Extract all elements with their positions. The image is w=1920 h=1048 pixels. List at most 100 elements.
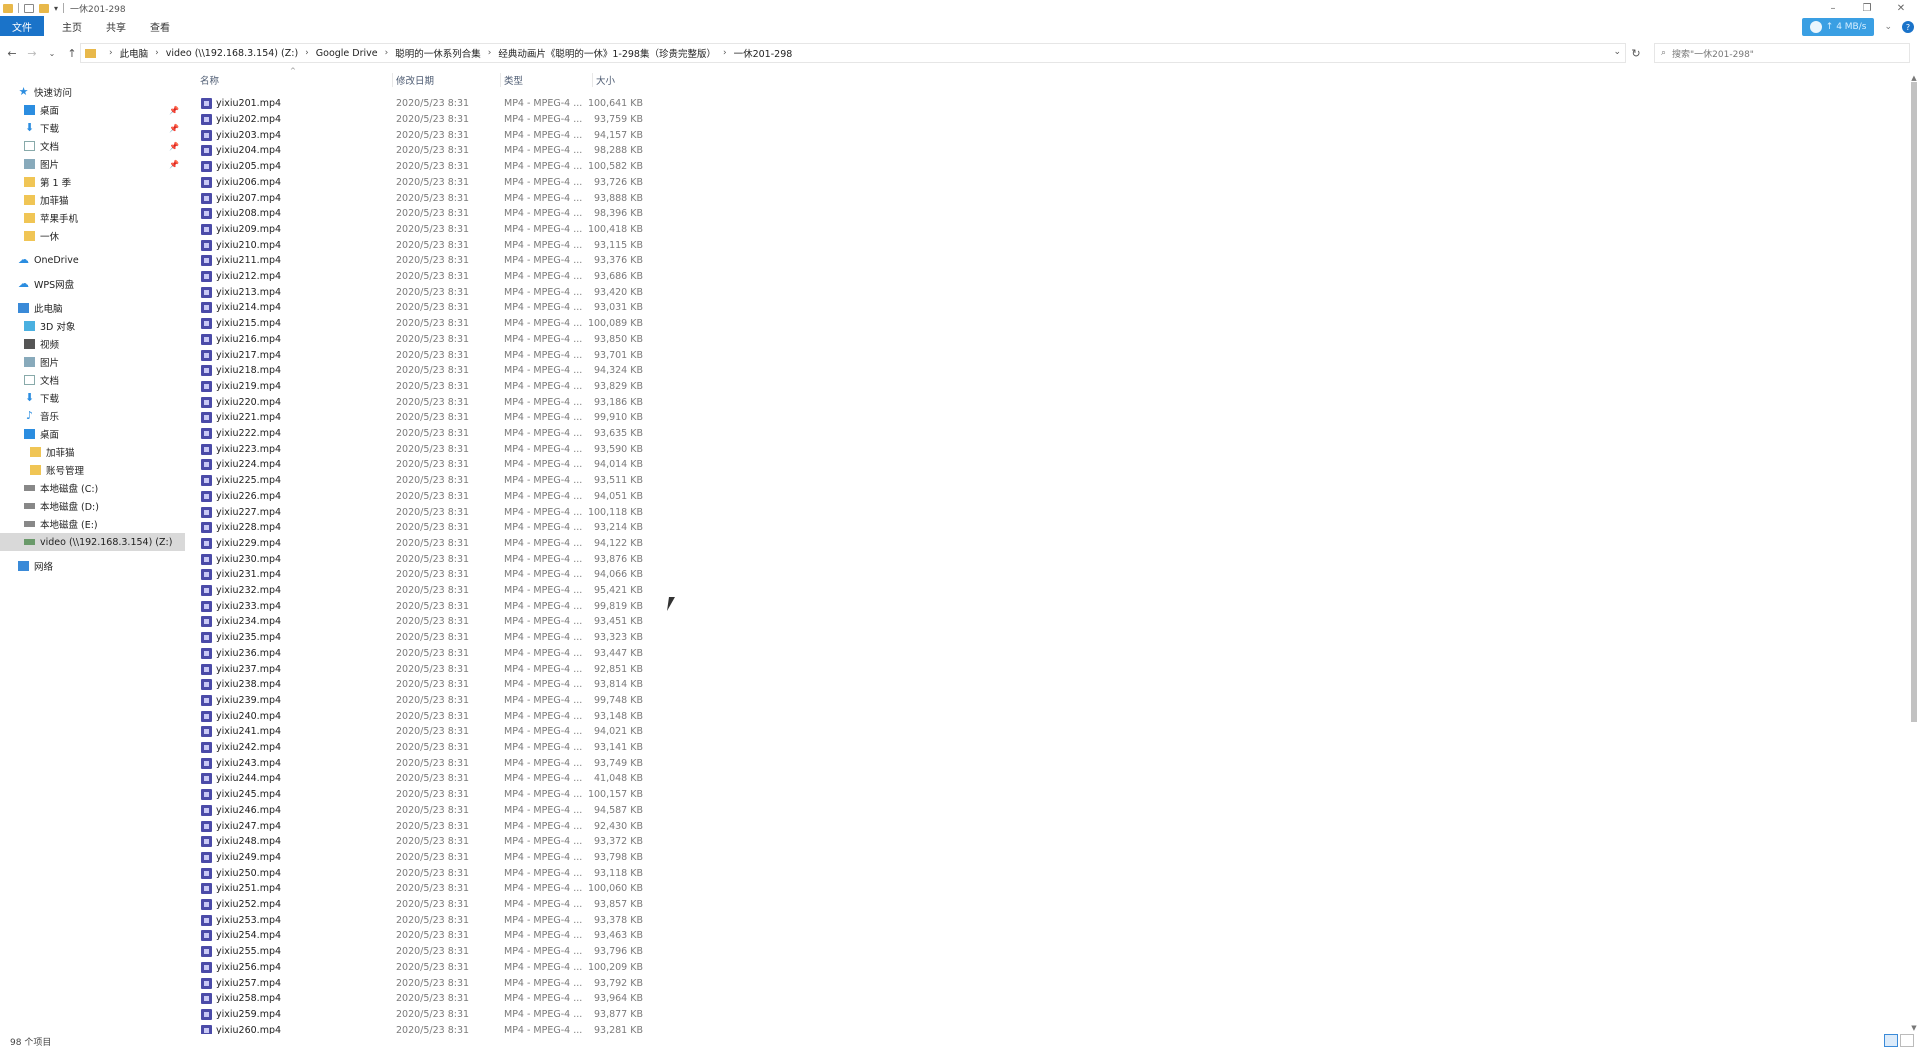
file-row[interactable]: yixiu250.mp4 2020/5/23 8:31 MP4 - MPEG-4 .…: [198, 865, 658, 881]
nav-item-videos[interactable]: 视频: [0, 335, 185, 353]
breadcrumb-video-drive[interactable]: video (\\192.168.3.154) (Z:): [166, 48, 298, 59]
file-row[interactable]: yixiu257.mp4 2020/5/23 8:31 MP4 - MPEG-4 .…: [198, 975, 658, 991]
file-row[interactable]: yixiu244.mp4 2020/5/23 8:31 MP4 - MPEG-4 .…: [198, 771, 658, 787]
nav-onedrive[interactable]: ☁ OneDrive: [0, 251, 185, 269]
forward-button[interactable]: →: [24, 43, 40, 63]
file-row[interactable]: yixiu201.mp4 2020/5/23 8:31 MP4 - MPEG-4 .…: [198, 96, 658, 112]
file-row[interactable]: yixiu245.mp4 2020/5/23 8:31 MP4 - MPEG-4 .…: [198, 787, 658, 803]
file-row[interactable]: yixiu202.mp4 2020/5/23 8:31 MP4 - MPEG-4 .…: [198, 112, 658, 128]
file-row[interactable]: yixiu205.mp4 2020/5/23 8:31 MP4 - MPEG-4 .…: [198, 159, 658, 175]
file-row[interactable]: yixiu239.mp4 2020/5/23 8:31 MP4 - MPEG-4 .…: [198, 693, 658, 709]
nav-item-season-1[interactable]: 第 1 季: [0, 173, 185, 191]
file-row[interactable]: yixiu215.mp4 2020/5/23 8:31 MP4 - MPEG-4 .…: [198, 316, 658, 332]
file-row[interactable]: yixiu212.mp4 2020/5/23 8:31 MP4 - MPEG-4 .…: [198, 269, 658, 285]
nav-item-video-network-drive[interactable]: video (\\192.168.3.154) (Z:): [0, 533, 185, 551]
scroll-down-arrow[interactable]: ▼: [1908, 1022, 1920, 1034]
column-divider[interactable]: [392, 73, 393, 87]
file-row[interactable]: yixiu255.mp4 2020/5/23 8:31 MP4 - MPEG-4 .…: [198, 944, 658, 960]
file-row[interactable]: yixiu217.mp4 2020/5/23 8:31 MP4 - MPEG-4 .…: [198, 347, 658, 363]
file-row[interactable]: yixiu216.mp4 2020/5/23 8:31 MP4 - MPEG-4 .…: [198, 332, 658, 348]
up-button[interactable]: ↑: [64, 43, 80, 63]
maximize-button[interactable]: ❐: [1852, 0, 1882, 16]
close-button[interactable]: ✕: [1886, 0, 1916, 16]
file-row[interactable]: yixiu260.mp4 2020/5/23 8:31 MP4 - MPEG-4 .…: [198, 1022, 658, 1034]
file-row[interactable]: yixiu249.mp4 2020/5/23 8:31 MP4 - MPEG-4 .…: [198, 850, 658, 866]
file-row[interactable]: yixiu241.mp4 2020/5/23 8:31 MP4 - MPEG-4 .…: [198, 724, 658, 740]
file-row[interactable]: yixiu221.mp4 2020/5/23 8:31 MP4 - MPEG-4 .…: [198, 410, 658, 426]
file-row[interactable]: yixiu223.mp4 2020/5/23 8:31 MP4 - MPEG-4 .…: [198, 441, 658, 457]
help-icon[interactable]: ?: [1902, 21, 1914, 33]
scrollbar-thumb[interactable]: [1911, 82, 1917, 722]
file-row[interactable]: yixiu232.mp4 2020/5/23 8:31 MP4 - MPEG-4 .…: [198, 583, 658, 599]
file-row[interactable]: yixiu259.mp4 2020/5/23 8:31 MP4 - MPEG-4 .…: [198, 1007, 658, 1023]
file-row[interactable]: yixiu226.mp4 2020/5/23 8:31 MP4 - MPEG-4 .…: [198, 489, 658, 505]
nav-item-drive-d[interactable]: 本地磁盘 (D:): [0, 497, 185, 515]
properties-icon[interactable]: [24, 3, 34, 13]
breadcrumb-separator[interactable]: ›: [488, 48, 492, 58]
file-row[interactable]: yixiu246.mp4 2020/5/23 8:31 MP4 - MPEG-4 .…: [198, 803, 658, 819]
refresh-button[interactable]: ↻: [1626, 43, 1646, 63]
file-row[interactable]: yixiu211.mp4 2020/5/23 8:31 MP4 - MPEG-4 .…: [198, 253, 658, 269]
nav-item-pc-downloads[interactable]: ⬇ 下载: [0, 389, 185, 407]
column-divider[interactable]: [592, 73, 593, 87]
file-row[interactable]: yixiu237.mp4 2020/5/23 8:31 MP4 - MPEG-4 .…: [198, 661, 658, 677]
tab-view[interactable]: 查看: [138, 16, 182, 36]
breadcrumb-collection[interactable]: 经典动画片《聪明的一休》1-298集（珍贵完整版）: [498, 46, 716, 60]
new-folder-icon[interactable]: [39, 3, 49, 13]
file-row[interactable]: yixiu238.mp4 2020/5/23 8:31 MP4 - MPEG-4 .…: [198, 677, 658, 693]
file-row[interactable]: yixiu242.mp4 2020/5/23 8:31 MP4 - MPEG-4 .…: [198, 740, 658, 756]
file-row[interactable]: yixiu209.mp4 2020/5/23 8:31 MP4 - MPEG-4 .…: [198, 222, 658, 238]
file-row[interactable]: yixiu233.mp4 2020/5/23 8:31 MP4 - MPEG-4 .…: [198, 598, 658, 614]
file-row[interactable]: yixiu240.mp4 2020/5/23 8:31 MP4 - MPEG-4 .…: [198, 708, 658, 724]
file-row[interactable]: yixiu252.mp4 2020/5/23 8:31 MP4 - MPEG-4 .…: [198, 897, 658, 913]
nav-item-music[interactable]: ♪ 音乐: [0, 407, 185, 425]
file-row[interactable]: yixiu231.mp4 2020/5/23 8:31 MP4 - MPEG-4 .…: [198, 567, 658, 583]
file-row[interactable]: yixiu210.mp4 2020/5/23 8:31 MP4 - MPEG-4 .…: [198, 237, 658, 253]
nav-item-pc-documents[interactable]: 文档: [0, 371, 185, 389]
file-row[interactable]: yixiu219.mp4 2020/5/23 8:31 MP4 - MPEG-4 .…: [198, 379, 658, 395]
nav-item-iphone[interactable]: 苹果手机: [0, 209, 185, 227]
address-bar[interactable]: › 此电脑 › video (\\192.168.3.154) (Z:) › G…: [80, 43, 1626, 63]
tab-file[interactable]: 文件: [0, 16, 44, 36]
file-row[interactable]: yixiu206.mp4 2020/5/23 8:31 MP4 - MPEG-4 .…: [198, 175, 658, 191]
nav-item-pictures[interactable]: 图片 📌: [0, 155, 185, 173]
file-row[interactable]: yixiu235.mp4 2020/5/23 8:31 MP4 - MPEG-4 .…: [198, 630, 658, 646]
vertical-scrollbar[interactable]: ▲ ▼: [1908, 72, 1920, 1034]
file-row[interactable]: yixiu204.mp4 2020/5/23 8:31 MP4 - MPEG-4 .…: [198, 143, 658, 159]
nav-wps-drive[interactable]: ☁ WPS网盘: [0, 275, 185, 293]
nav-quick-access[interactable]: ★ 快速访问: [0, 83, 185, 101]
search-input[interactable]: ⌕ 搜索"一休201-298": [1654, 43, 1910, 63]
breadcrumb-separator[interactable]: ›: [155, 48, 159, 58]
nav-item-pc-desktop[interactable]: 桌面: [0, 425, 185, 443]
address-dropdown-icon[interactable]: ⌄: [1613, 47, 1621, 57]
file-row[interactable]: yixiu207.mp4 2020/5/23 8:31 MP4 - MPEG-4 .…: [198, 190, 658, 206]
nav-item-3d-objects[interactable]: 3D 对象: [0, 317, 185, 335]
file-row[interactable]: yixiu224.mp4 2020/5/23 8:31 MP4 - MPEG-4 .…: [198, 457, 658, 473]
column-header-name[interactable]: 名称: [198, 71, 390, 89]
file-row[interactable]: yixiu234.mp4 2020/5/23 8:31 MP4 - MPEG-4 .…: [198, 614, 658, 630]
back-button[interactable]: ←: [4, 43, 20, 63]
large-icons-view-button[interactable]: [1900, 1034, 1914, 1047]
file-row[interactable]: yixiu256.mp4 2020/5/23 8:31 MP4 - MPEG-4 .…: [198, 960, 658, 976]
nav-item-desktop[interactable]: 桌面 📌: [0, 101, 185, 119]
file-row[interactable]: yixiu247.mp4 2020/5/23 8:31 MP4 - MPEG-4 .…: [198, 818, 658, 834]
tab-share[interactable]: 共享: [94, 16, 138, 36]
nav-this-pc[interactable]: 此电脑: [0, 299, 185, 317]
file-row[interactable]: yixiu225.mp4 2020/5/23 8:31 MP4 - MPEG-4 .…: [198, 473, 658, 489]
file-row[interactable]: yixiu222.mp4 2020/5/23 8:31 MP4 - MPEG-4 .…: [198, 426, 658, 442]
file-row[interactable]: yixiu214.mp4 2020/5/23 8:31 MP4 - MPEG-4 .…: [198, 300, 658, 316]
column-divider[interactable]: [500, 73, 501, 87]
nav-item-garfield[interactable]: 加菲猫: [0, 191, 185, 209]
nav-item-yixiu[interactable]: 一休: [0, 227, 185, 245]
file-row[interactable]: yixiu236.mp4 2020/5/23 8:31 MP4 - MPEG-4 .…: [198, 646, 658, 662]
file-row[interactable]: yixiu251.mp4 2020/5/23 8:31 MP4 - MPEG-4 .…: [198, 881, 658, 897]
column-header-size[interactable]: 大小: [594, 71, 654, 89]
nav-item-drive-e[interactable]: 本地磁盘 (E:): [0, 515, 185, 533]
file-row[interactable]: yixiu243.mp4 2020/5/23 8:31 MP4 - MPEG-4 .…: [198, 755, 658, 771]
nav-item-documents[interactable]: 文档 📌: [0, 137, 185, 155]
file-row[interactable]: yixiu208.mp4 2020/5/23 8:31 MP4 - MPEG-4 .…: [198, 206, 658, 222]
nav-item-drive-c[interactable]: 本地磁盘 (C:): [0, 479, 185, 497]
column-header-type[interactable]: 类型: [502, 71, 590, 89]
breadcrumb-separator[interactable]: ›: [109, 48, 113, 58]
breadcrumb-this-pc[interactable]: 此电脑: [120, 46, 149, 60]
